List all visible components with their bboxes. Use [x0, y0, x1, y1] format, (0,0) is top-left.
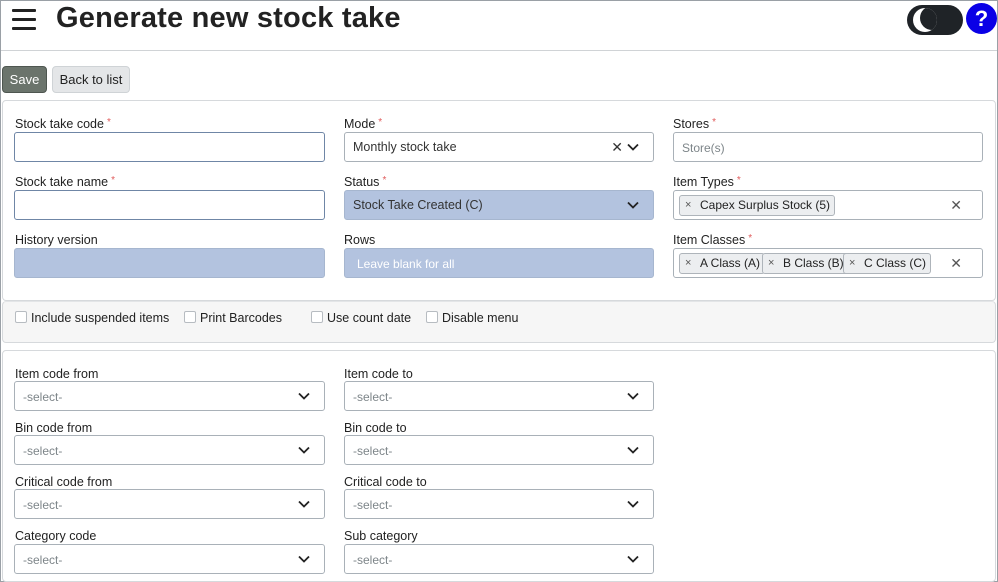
category-code-label: Category code	[15, 529, 97, 543]
item-code-to-value: -select-	[353, 390, 393, 404]
item-types-select[interactable]: × Capex Surplus Stock (5) ✕	[673, 190, 983, 220]
item-type-chip: × Capex Surplus Stock (5)	[679, 195, 836, 216]
bin-code-to-value: -select-	[353, 444, 393, 458]
bin-code-to-select[interactable]: -select-	[344, 435, 654, 465]
stock-take-code-label: Stock take code *	[15, 117, 111, 131]
rows-placeholder: Leave blank for all	[357, 257, 455, 271]
disable-menu-checkbox[interactable]	[426, 311, 438, 323]
clear-icon[interactable]: ✕	[611, 139, 623, 156]
critical-code-to-select[interactable]: -select-	[344, 489, 654, 519]
item-code-from-value: -select-	[23, 390, 63, 404]
critical-code-from-value: -select-	[23, 498, 63, 512]
stock-take-name-input[interactable]	[14, 190, 325, 220]
moon-icon	[913, 8, 937, 32]
status-value: Stock Take Created (C)	[353, 198, 483, 212]
include-suspended-label[interactable]: Include suspended items	[31, 311, 169, 325]
mode-select[interactable]: Monthly stock take ✕	[344, 132, 654, 162]
chip-remove-icon[interactable]: ×	[849, 254, 855, 273]
stock-take-name-label: Stock take name *	[15, 175, 116, 189]
save-button[interactable]: Save	[2, 66, 47, 93]
item-types-label: Item Types *	[673, 175, 741, 189]
mode-value: Monthly stock take	[353, 140, 457, 154]
item-code-from-select[interactable]: -select-	[14, 381, 325, 411]
sub-category-select[interactable]: -select-	[344, 544, 654, 574]
bin-code-from-value: -select-	[23, 444, 63, 458]
item-class-chip-b: × B Class (B)	[762, 253, 849, 274]
back-to-list-button[interactable]: Back to list	[52, 66, 130, 93]
category-code-select[interactable]: -select-	[14, 544, 325, 574]
bin-code-from-label: Bin code from	[15, 421, 93, 435]
page-title: Generate new stock take	[56, 2, 401, 34]
rows-input[interactable]: Leave blank for all	[344, 248, 654, 278]
rows-label: Rows	[344, 233, 376, 247]
critical-code-from-select[interactable]: -select-	[14, 489, 325, 519]
clear-icon[interactable]: ✕	[950, 197, 962, 214]
item-code-from-label: Item code from	[15, 367, 99, 381]
print-barcodes-label[interactable]: Print Barcodes	[200, 311, 282, 325]
page-header: Generate new stock take ?	[1, 1, 997, 51]
sub-category-value: -select-	[353, 553, 393, 567]
chip-remove-icon[interactable]: ×	[685, 254, 691, 273]
include-suspended-checkbox[interactable]	[15, 311, 27, 323]
chevron-down-icon[interactable]	[298, 498, 310, 510]
stock-take-code-input[interactable]	[14, 132, 325, 162]
clear-icon[interactable]: ✕	[950, 255, 962, 272]
item-classes-select[interactable]: × A Class (A) × B Class (B) × C Class (C) ✕	[673, 248, 983, 278]
chevron-down-icon[interactable]	[298, 390, 310, 402]
item-code-to-label: Item code to	[344, 367, 413, 381]
chevron-down-icon[interactable]	[298, 444, 310, 456]
print-barcodes-checkbox[interactable]	[184, 311, 196, 323]
chip-remove-icon[interactable]: ×	[768, 254, 774, 273]
chevron-down-icon[interactable]	[627, 390, 639, 402]
critical-code-to-value: -select-	[353, 498, 393, 512]
chevron-down-icon[interactable]	[627, 141, 639, 153]
chevron-down-icon[interactable]	[627, 498, 639, 510]
menu-icon[interactable]	[12, 9, 36, 31]
category-code-value: -select-	[23, 553, 63, 567]
critical-code-to-label: Critical code to	[344, 475, 427, 489]
history-version-label: History version	[15, 233, 98, 247]
use-count-date-checkbox[interactable]	[311, 311, 323, 323]
chevron-down-icon[interactable]	[298, 553, 310, 565]
use-count-date-label[interactable]: Use count date	[327, 311, 411, 325]
sub-category-label: Sub category	[344, 529, 418, 543]
stores-placeholder: Store(s)	[682, 141, 725, 155]
chevron-down-icon[interactable]	[627, 444, 639, 456]
mode-label: Mode *	[344, 117, 383, 131]
item-code-to-select[interactable]: -select-	[344, 381, 654, 411]
stores-input[interactable]: Store(s)	[673, 132, 983, 162]
status-label: Status *	[344, 175, 387, 189]
item-class-chip-c: × C Class (C)	[843, 253, 931, 274]
dark-mode-toggle[interactable]	[907, 5, 963, 35]
history-version-input[interactable]	[14, 248, 325, 278]
stores-label: Stores *	[673, 117, 717, 131]
disable-menu-label[interactable]: Disable menu	[442, 311, 518, 325]
chevron-down-icon[interactable]	[627, 199, 639, 211]
chip-remove-icon[interactable]: ×	[685, 196, 691, 215]
chevron-down-icon[interactable]	[627, 553, 639, 565]
status-select[interactable]: Stock Take Created (C)	[344, 190, 654, 220]
help-icon[interactable]: ?	[966, 3, 997, 34]
item-class-chip-a: × A Class (A)	[679, 253, 766, 274]
item-classes-label: Item Classes *	[673, 233, 753, 247]
critical-code-from-label: Critical code from	[15, 475, 113, 489]
bin-code-to-label: Bin code to	[344, 421, 407, 435]
bin-code-from-select[interactable]: -select-	[14, 435, 325, 465]
